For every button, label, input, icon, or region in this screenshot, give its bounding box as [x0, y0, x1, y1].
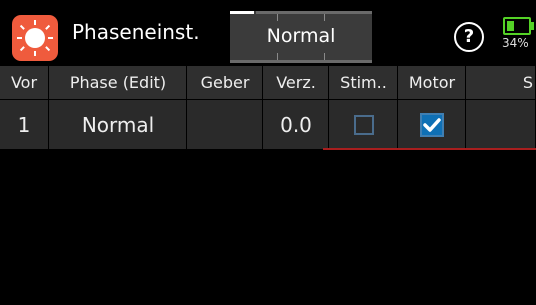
- phase-name-cell[interactable]: Normal: [50, 100, 187, 149]
- table-row: 1 Normal 0.0: [0, 100, 536, 149]
- selection-underline: [323, 148, 536, 150]
- col-motor: Motor: [399, 66, 466, 99]
- motor-cell[interactable]: [399, 100, 466, 149]
- col-s: S: [467, 66, 536, 99]
- mode-ruler-top: [230, 11, 372, 14]
- col-phase-edit: Phase (Edit): [50, 66, 187, 99]
- row-index: 1: [0, 100, 49, 149]
- mode-ruler-bottom: [230, 60, 372, 63]
- motor-checkbox[interactable]: [420, 112, 444, 137]
- stim-checkbox[interactable]: [353, 114, 374, 135]
- mode-label: Normal: [266, 25, 336, 47]
- page-title: Phaseneinst.: [72, 20, 200, 44]
- col-stim: Stim..: [330, 66, 398, 99]
- battery-fill: [507, 21, 514, 31]
- s-cell[interactable]: [467, 100, 536, 149]
- battery-icon: [503, 17, 534, 35]
- col-geber: Geber: [188, 66, 263, 99]
- top-bar: Phaseneinst. Normal ? 34%: [0, 0, 536, 66]
- battery-percentage: 34%: [502, 36, 529, 50]
- mode-selector[interactable]: Normal: [230, 11, 372, 63]
- checkmark-icon: [423, 117, 441, 132]
- question-circle-icon[interactable]: ?: [454, 22, 484, 52]
- settings-dial-icon[interactable]: [12, 15, 58, 61]
- table-header-row: Vor Phase (Edit) Geber Verz. Stim.. Moto…: [0, 66, 536, 99]
- stim-cell[interactable]: [330, 100, 398, 149]
- col-vor: Vor: [0, 66, 49, 99]
- col-verz: Verz.: [264, 66, 329, 99]
- geber-cell[interactable]: [188, 100, 263, 149]
- verz-cell[interactable]: 0.0: [264, 100, 329, 149]
- battery-nub: [531, 22, 534, 30]
